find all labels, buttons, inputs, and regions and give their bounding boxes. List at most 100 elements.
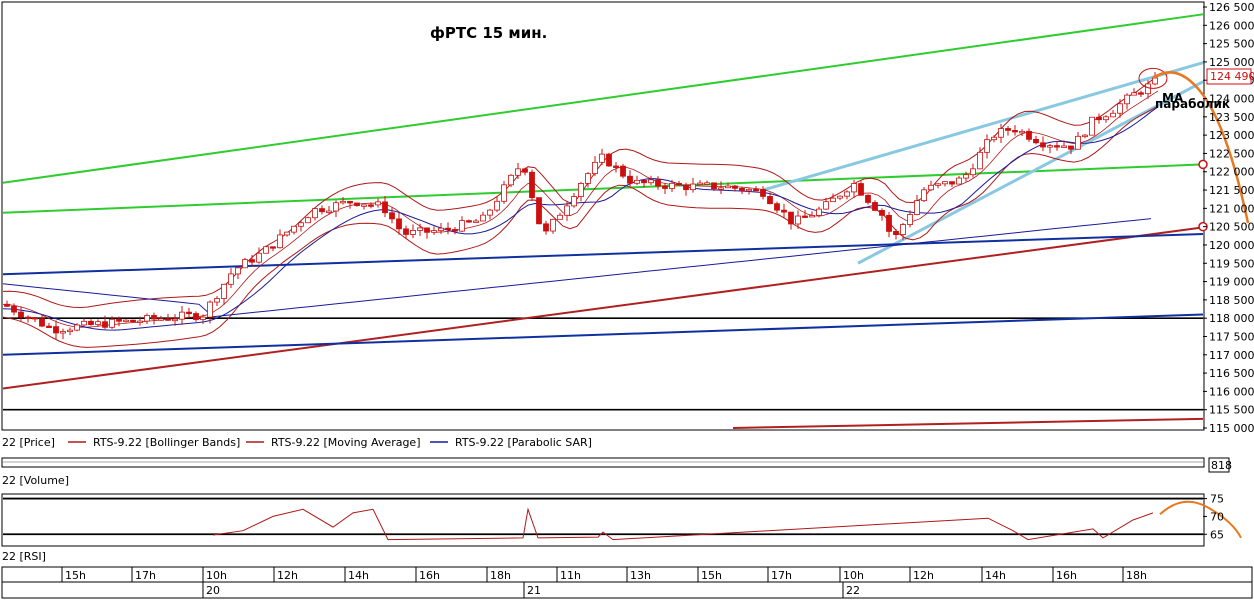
candle-body — [1138, 92, 1144, 95]
candle-body — [781, 209, 787, 213]
candle-body — [900, 224, 906, 235]
candle-body — [641, 179, 647, 184]
candle-body — [753, 188, 759, 192]
candle-body — [522, 168, 528, 173]
candle-body — [970, 168, 976, 176]
candle-body — [977, 151, 983, 170]
chart-title: фРТС 15 мин. — [430, 24, 547, 42]
candle-body — [711, 182, 717, 190]
candle-body — [361, 204, 367, 207]
marker-circle — [1198, 159, 1208, 170]
candle-body — [172, 318, 178, 322]
candle-body — [102, 321, 108, 328]
candle-body — [389, 212, 395, 220]
candle-body — [354, 202, 360, 206]
candle-body — [1054, 145, 1060, 148]
candle-body — [1110, 112, 1116, 118]
time-tick-label: 10h — [843, 569, 864, 582]
date-tick-label: 20 — [206, 584, 220, 597]
candle-body — [963, 174, 969, 179]
candle-body — [137, 320, 143, 323]
candle-body — [746, 188, 752, 192]
price-tick-label: 125 000 — [1209, 56, 1254, 69]
candle-body — [81, 320, 87, 326]
candle-body — [592, 161, 598, 175]
candle-body — [347, 200, 353, 204]
rsi-tick-label: 70 — [1210, 510, 1224, 523]
candle-body — [802, 215, 808, 218]
candle-body — [515, 168, 521, 176]
candle-body — [1019, 130, 1025, 134]
candle-body — [382, 201, 388, 214]
candle-body — [830, 197, 836, 203]
candle-body — [284, 231, 290, 236]
candle-body — [88, 320, 94, 325]
candle-body — [319, 208, 325, 213]
candle-body — [452, 229, 458, 232]
candle-body — [1082, 134, 1088, 138]
candle-body — [627, 175, 633, 184]
candle-body — [648, 179, 654, 184]
legend-label-sar: RTS-9.22 [Parabolic SAR] — [455, 436, 592, 449]
price-tick-label: 118 500 — [1209, 294, 1254, 307]
candle-body — [865, 194, 871, 203]
candle-body — [767, 196, 773, 205]
candle-body — [1145, 83, 1151, 95]
candle-body — [144, 315, 150, 322]
candle-body — [18, 311, 24, 318]
candle-body — [949, 181, 955, 185]
candle-body — [795, 215, 801, 225]
price-tick-label: 117 000 — [1209, 349, 1254, 362]
candle-body — [655, 179, 661, 187]
price-tick-label: 122 000 — [1209, 166, 1254, 179]
rsi-panel-label: 22 [RSI] — [2, 550, 46, 563]
candle-body — [431, 230, 437, 233]
candle-body — [221, 283, 227, 299]
price-tick-label: 123 500 — [1209, 111, 1254, 124]
candle-body — [256, 252, 262, 263]
candle-body — [165, 318, 171, 321]
candle-body — [39, 318, 45, 327]
legend-label-bollinger: RTS-9.22 [Bollinger Bands] — [93, 436, 240, 449]
candle-body — [277, 234, 283, 249]
candle-body — [557, 214, 563, 220]
candle-body — [340, 200, 346, 204]
candle-body — [998, 128, 1004, 138]
rsi-tick-label: 65 — [1210, 528, 1224, 541]
time-tick-label: 11h — [560, 569, 581, 582]
candle-body — [1047, 145, 1053, 148]
candle-body — [417, 227, 423, 231]
time-tick-label: 16h — [419, 569, 440, 582]
candle-body — [459, 220, 465, 232]
candle-body — [809, 215, 815, 218]
candle-body — [158, 318, 164, 321]
candle-body — [263, 246, 269, 254]
candle-body — [837, 195, 843, 199]
candle-body — [151, 315, 157, 320]
candle-body — [438, 227, 444, 232]
candle-body — [704, 182, 710, 185]
candle-body — [893, 231, 899, 235]
price-tick-label: 119 000 — [1209, 276, 1254, 289]
candle-body — [697, 182, 703, 185]
legend: 22 [Price] RTS-9.22 [Bollinger Bands] RT… — [2, 436, 592, 449]
candle-body — [1152, 77, 1158, 85]
candle-body — [991, 136, 997, 141]
candle-body — [725, 185, 731, 189]
candle-body — [487, 209, 493, 216]
candle-body — [424, 227, 430, 233]
candle-body — [46, 325, 52, 329]
candle-body — [669, 182, 675, 189]
price-tick-label: 126 000 — [1209, 19, 1254, 32]
candle-body — [291, 225, 297, 233]
time-tick-label: 10h — [206, 569, 227, 582]
candle-body — [123, 319, 129, 323]
candle-body — [396, 218, 402, 230]
price-tick-label: 115 000 — [1209, 422, 1254, 435]
candle-body — [1089, 116, 1095, 136]
candle-body — [872, 202, 878, 211]
candle-body — [473, 220, 479, 223]
price-tick-label: 115 500 — [1209, 404, 1254, 417]
candle-body — [620, 165, 626, 177]
candle-body — [529, 171, 535, 199]
